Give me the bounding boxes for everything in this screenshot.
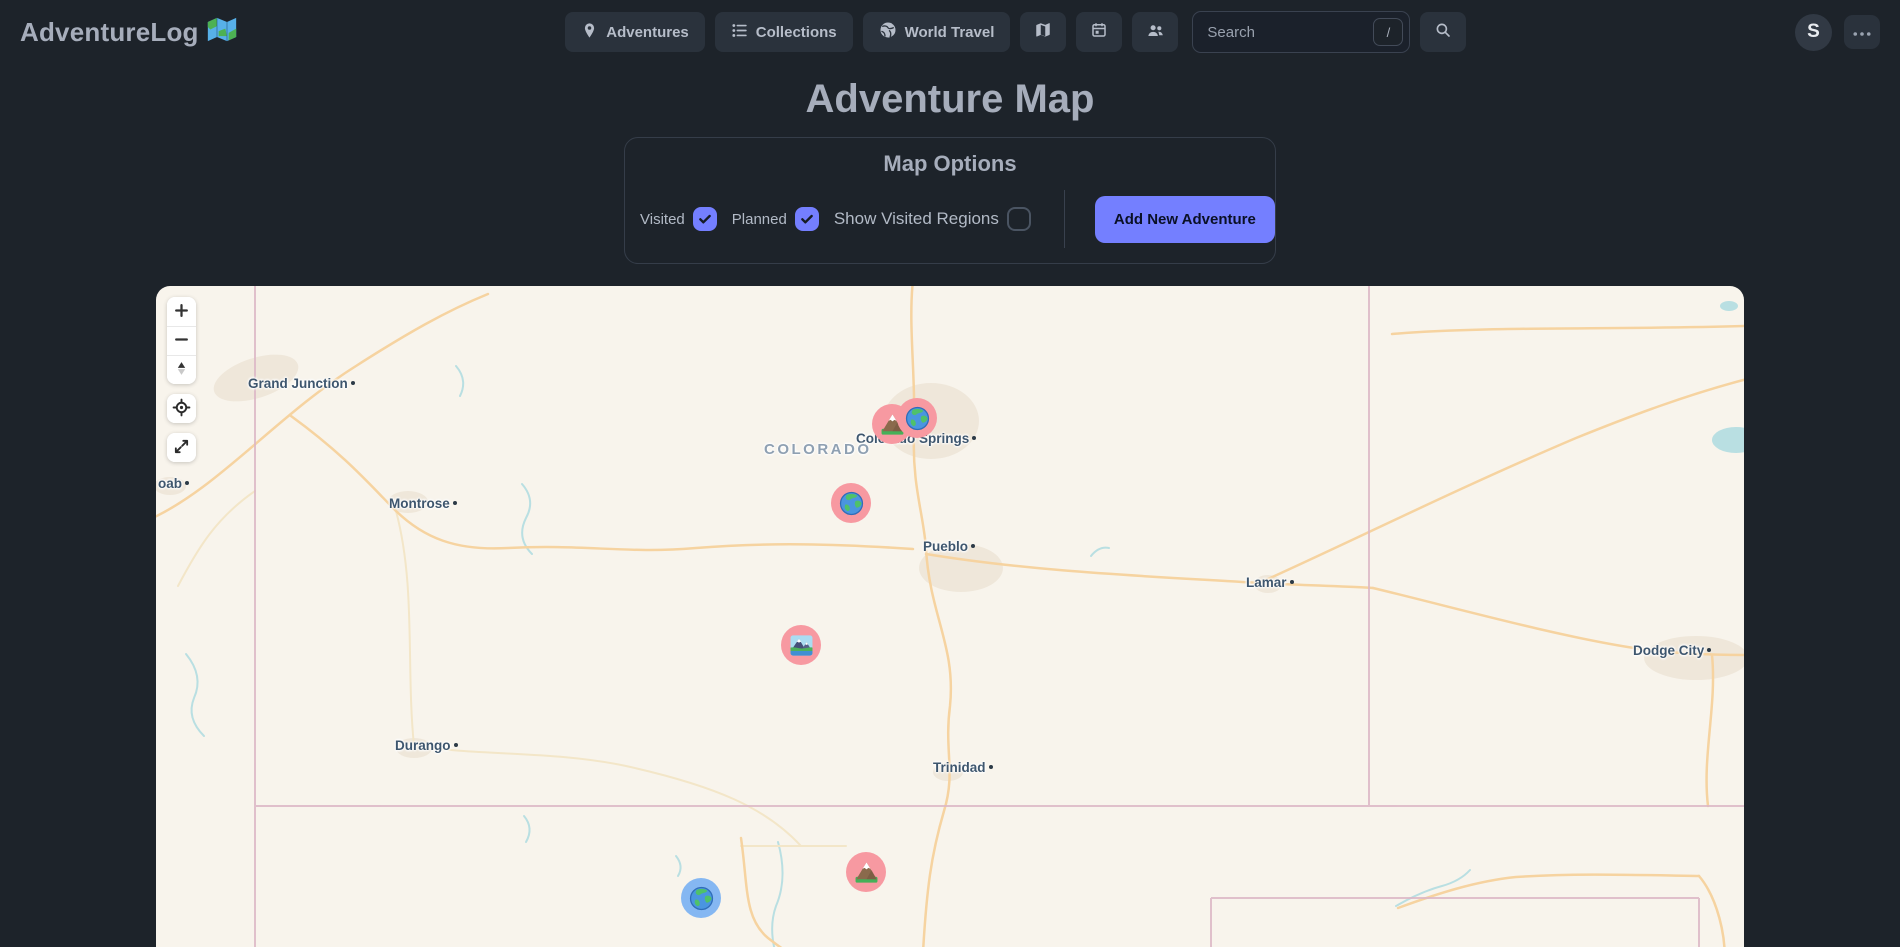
brand-link[interactable]: AdventureLog: [20, 16, 237, 48]
compass-icon: [173, 360, 190, 380]
toggle-planned-label: Planned: [732, 211, 787, 228]
city-dot: [351, 381, 355, 385]
nav-world-travel-label: World Travel: [905, 24, 995, 41]
toggle-visited-label: Visited: [640, 211, 685, 228]
fullscreen-control: [167, 433, 196, 462]
city-label: oab: [158, 476, 189, 491]
nav-center: Adventures Collections World Travel: [565, 11, 1466, 53]
globe-icon: [904, 405, 931, 432]
add-new-adventure-button[interactable]: Add New Adventure: [1095, 196, 1275, 243]
map-canvas[interactable]: Grand JunctionoabMontroseColorado Spring…: [156, 286, 1744, 947]
geolocate-control: [167, 394, 196, 423]
ellipsis-icon: [1853, 25, 1871, 40]
park-icon: [788, 632, 815, 659]
city-label: Dodge City: [1633, 643, 1711, 658]
geolocate-button[interactable]: [167, 394, 196, 423]
city-dot: [453, 501, 457, 505]
globe-marker[interactable]: [681, 878, 721, 918]
globe-icon: [688, 885, 715, 912]
calendar-icon: [1090, 21, 1108, 43]
toggle-planned[interactable]: Planned: [732, 207, 819, 231]
users-icon: [1146, 21, 1165, 44]
city-label: Durango: [395, 738, 458, 753]
city-label: Pueblo: [923, 539, 975, 554]
toggle-visited-checkbox: [693, 207, 717, 231]
city-dot: [185, 481, 189, 485]
toggle-show-visited-regions[interactable]: Show Visited Regions: [834, 207, 1031, 231]
map-icon: [1034, 21, 1052, 43]
nav-adventures-label: Adventures: [606, 24, 689, 41]
nav-world-travel-button[interactable]: World Travel: [863, 12, 1011, 52]
nav-map-button[interactable]: [1020, 12, 1066, 52]
zoom-control-group: [167, 297, 196, 384]
overflow-menu-button[interactable]: [1844, 15, 1880, 49]
zoom-out-button[interactable]: [167, 326, 196, 355]
city-dot: [971, 544, 975, 548]
city-label: Montrose: [389, 496, 457, 511]
toggle-visited[interactable]: Visited: [640, 207, 717, 231]
avatar-initial: S: [1807, 21, 1820, 43]
navbar: AdventureLog Adventures: [0, 0, 1900, 64]
search-button[interactable]: [1420, 12, 1466, 52]
state-label: COLORADO: [764, 442, 872, 457]
map-options-card: Map Options Visited Planned Show Visited…: [624, 137, 1276, 264]
fullscreen-icon: [173, 438, 190, 458]
folded-map-logo-icon: [207, 16, 237, 48]
nav-collections-label: Collections: [756, 24, 837, 41]
search-wrap: /: [1192, 11, 1410, 53]
options-divider: [1064, 190, 1065, 248]
park-marker[interactable]: [781, 625, 821, 665]
minus-icon: [173, 331, 190, 351]
city-dot: [972, 436, 976, 440]
toggle-planned-checkbox: [795, 207, 819, 231]
plus-icon: [173, 302, 190, 322]
toggle-show-visited-regions-label: Show Visited Regions: [834, 209, 999, 229]
map-artwork: [156, 286, 1744, 947]
geolocate-icon: [172, 398, 191, 420]
page-title: Adventure Map: [0, 77, 1900, 122]
brand-name: AdventureLog: [20, 17, 199, 48]
map-options-title: Map Options: [640, 151, 1260, 177]
toggle-show-visited-regions-checkbox: [1007, 207, 1031, 231]
city-label: Lamar: [1246, 575, 1294, 590]
zoom-in-button[interactable]: [167, 297, 196, 326]
globe-icon: [879, 21, 897, 43]
nav-users-button[interactable]: [1132, 12, 1178, 52]
nav-adventures-button[interactable]: Adventures: [565, 12, 705, 52]
nav-calendar-button[interactable]: [1076, 12, 1122, 52]
mountain-marker[interactable]: [846, 852, 886, 892]
nav-collections-button[interactable]: Collections: [715, 12, 853, 52]
avatar[interactable]: S: [1795, 14, 1832, 51]
fullscreen-button[interactable]: [167, 433, 196, 462]
mountain-icon: [853, 859, 880, 886]
globe-icon: [838, 490, 865, 517]
nav-right: S: [1795, 14, 1880, 51]
city-dot: [989, 765, 993, 769]
city-label: Grand Junction: [248, 376, 355, 391]
city-dot: [454, 743, 458, 747]
globe-marker[interactable]: [831, 483, 871, 523]
city-dot: [1290, 580, 1294, 584]
map-pin-icon: [581, 22, 598, 43]
list-icon: [731, 22, 748, 43]
globe-marker[interactable]: [897, 398, 937, 438]
city-label: Trinidad: [933, 760, 993, 775]
search-shortcut-kbd: /: [1373, 18, 1403, 46]
search-icon: [1434, 21, 1452, 43]
compass-button[interactable]: [167, 355, 196, 384]
city-dot: [1707, 648, 1711, 652]
map-options-row: Visited Planned Show Visited Regions Add…: [640, 190, 1260, 248]
